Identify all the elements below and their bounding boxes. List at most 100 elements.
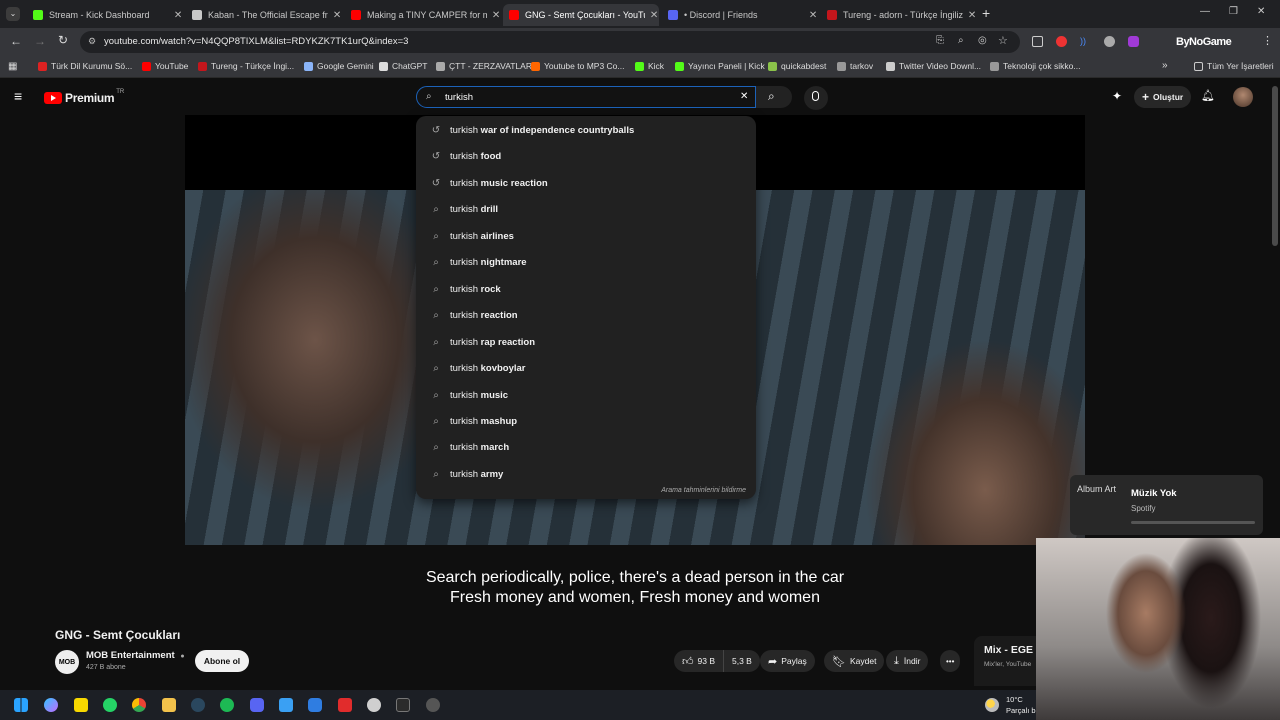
- all-bookmarks-folder[interactable]: Tüm Yer İşaretleri: [1194, 61, 1274, 71]
- microsoft-store-icon[interactable]: [279, 698, 293, 712]
- tab-close-icon[interactable]: ✕: [967, 10, 977, 21]
- terminal-icon[interactable]: [396, 698, 410, 712]
- search-suggestion[interactable]: ⌕ turkish kovboylar: [416, 355, 756, 381]
- search-suggestion[interactable]: ⌕ turkish music: [416, 382, 756, 408]
- app-icon-blue[interactable]: [308, 698, 322, 712]
- browser-tab[interactable]: Kaban - The Official Escape fro ✕: [186, 4, 342, 26]
- clear-search-icon[interactable]: ✕: [740, 91, 748, 102]
- chrome-icon[interactable]: [132, 698, 146, 712]
- bookmark-item[interactable]: Türk Dil Kurumu Sö...: [38, 61, 132, 71]
- notifications-bell-icon[interactable]: 🔔︎: [1201, 89, 1215, 102]
- bynogame-extension[interactable]: ByNoGame: [1176, 36, 1232, 48]
- restore-window-icon[interactable]: ❐: [1229, 6, 1238, 17]
- youtube-logo[interactable]: Premium TR: [44, 89, 124, 105]
- bookmark-item[interactable]: quickabdest: [768, 61, 826, 71]
- search-suggestion[interactable]: ⌕ turkish reaction: [416, 302, 756, 328]
- bookmark-item[interactable]: Kick: [635, 61, 664, 71]
- extension-icon-4[interactable]: [1104, 36, 1115, 47]
- zoom-icon[interactable]: ⌕: [958, 35, 964, 46]
- share-button[interactable]: ➦ Paylaş: [760, 650, 815, 672]
- search-button[interactable]: ⌕: [756, 86, 792, 108]
- apps-grid-icon[interactable]: ▦: [8, 61, 17, 72]
- extension-icon-1[interactable]: [1032, 36, 1043, 47]
- bookmark-item[interactable]: tarkov: [837, 61, 873, 71]
- search-suggestion[interactable]: ⌕ turkish rap reaction: [416, 329, 756, 355]
- search-input[interactable]: turkish: [445, 92, 473, 103]
- search-suggestion[interactable]: ⌕ turkish march: [416, 434, 756, 460]
- extension-icon-3[interactable]: )): [1080, 36, 1086, 46]
- address-bar[interactable]: ⚙ youtube.com/watch?v=N4QQP8TIXLM&list=R…: [80, 31, 1020, 53]
- sticky-notes-icon[interactable]: [74, 698, 88, 712]
- browser-tab[interactable]: Stream - Kick Dashboard ✕: [27, 4, 183, 26]
- app-icon-gray[interactable]: [426, 698, 440, 712]
- tab-search-button[interactable]: ⌄: [6, 7, 20, 21]
- report-predictions-link[interactable]: Arama tahminlerini bildirme: [661, 487, 746, 494]
- download-button[interactable]: ⤓ İndir: [886, 650, 929, 672]
- tab-close-icon[interactable]: ✕: [808, 10, 818, 21]
- whatsapp-icon[interactable]: [103, 698, 117, 712]
- page-scrollbar[interactable]: [1272, 86, 1278, 246]
- more-bookmarks-icon[interactable]: »: [1162, 60, 1168, 71]
- bookmark-item[interactable]: Teknoloji çok sikko...: [990, 61, 1080, 71]
- copilot-icon[interactable]: [44, 698, 58, 712]
- subscribe-button[interactable]: Abone ol: [195, 650, 249, 672]
- bookmark-star-icon[interactable]: ☆: [998, 34, 1008, 47]
- search-box[interactable]: ⌕ turkish ✕: [416, 86, 756, 108]
- minimize-window-icon[interactable]: —: [1200, 6, 1210, 17]
- tab-close-icon[interactable]: ✕: [332, 10, 342, 21]
- browser-tab[interactable]: • Discord | Friends ✕: [662, 4, 818, 26]
- bookmark-item[interactable]: ÇTT - ZERZAVATLAR: [436, 61, 532, 71]
- bookmark-item[interactable]: Google Gemini: [304, 61, 374, 71]
- browser-menu-icon[interactable]: ⋮: [1262, 34, 1273, 47]
- install-app-icon[interactable]: ⎘: [936, 35, 944, 46]
- bookmark-item[interactable]: Twitter Video Downl...: [886, 61, 981, 71]
- bookmark-item[interactable]: ChatGPT: [379, 61, 427, 71]
- voice-search-icon[interactable]: [804, 86, 828, 110]
- url-text[interactable]: youtube.com/watch?v=N4QQP8TIXLM&list=RDY…: [104, 36, 408, 47]
- tab-close-icon[interactable]: ✕: [491, 10, 501, 21]
- reload-icon[interactable]: ↻: [58, 33, 68, 47]
- weather-temperature[interactable]: 10°C: [1006, 695, 1023, 704]
- discord-icon[interactable]: [250, 698, 264, 712]
- browser-tab[interactable]: GNG - Semt Çocukları - YouTube ✕: [503, 4, 659, 26]
- file-explorer-icon[interactable]: [162, 698, 176, 712]
- channel-avatar[interactable]: MOB: [55, 650, 79, 674]
- site-info-icon[interactable]: ⚙: [88, 36, 96, 47]
- search-suggestion[interactable]: ↺ turkish food: [416, 143, 756, 169]
- tab-close-icon[interactable]: ✕: [649, 10, 659, 21]
- more-actions-button[interactable]: •••: [940, 650, 961, 672]
- account-avatar[interactable]: [1233, 87, 1253, 107]
- search-suggestion[interactable]: ↺ turkish music reaction: [416, 170, 756, 196]
- acrobat-icon[interactable]: [338, 698, 352, 712]
- search-suggestion[interactable]: ⌕ turkish army: [416, 461, 756, 487]
- channel-name[interactable]: MOB Entertainment ●: [86, 650, 185, 661]
- create-button[interactable]: + Oluştur: [1134, 86, 1192, 108]
- extension-icon-2[interactable]: [1056, 36, 1067, 47]
- search-suggestion[interactable]: ↺ turkish war of independence countryball…: [416, 117, 756, 143]
- tab-close-icon[interactable]: ✕: [173, 10, 183, 21]
- spotify-icon[interactable]: [220, 698, 234, 712]
- forward-icon[interactable]: →: [34, 34, 46, 48]
- bookmark-item[interactable]: Tureng - Türkçe İngi...: [198, 61, 294, 71]
- search-suggestion[interactable]: ⌕ turkish nightmare: [416, 249, 756, 275]
- windows-start-icon[interactable]: [14, 698, 28, 712]
- mix-playlist-panel[interactable]: Mix - EGE Mix'ler, YouTube: [974, 636, 1044, 686]
- browser-tab[interactable]: Tureng - adorn - Türkçe İngiliz ✕: [821, 4, 977, 26]
- search-suggestion[interactable]: ⌕ turkish airlines: [416, 223, 756, 249]
- obs-icon[interactable]: [367, 698, 381, 712]
- close-window-icon[interactable]: ✕: [1257, 6, 1265, 17]
- browser-tab[interactable]: Making a TINY CAMPER for my ✕: [345, 4, 501, 26]
- premium-sparkle-icon[interactable]: ✦: [1112, 89, 1122, 103]
- search-suggestion[interactable]: ⌕ turkish drill: [416, 196, 756, 222]
- eye-off-icon[interactable]: ◎: [978, 35, 987, 46]
- bookmark-item[interactable]: YouTube: [142, 61, 188, 71]
- bookmark-item[interactable]: Yayıncı Paneli | Kick: [675, 61, 765, 71]
- hamburger-menu-icon[interactable]: ≡: [14, 88, 22, 104]
- back-icon[interactable]: ←: [10, 34, 22, 48]
- bookmark-item[interactable]: Youtube to MP3 Co...: [531, 61, 625, 71]
- new-tab-button[interactable]: +: [982, 5, 990, 21]
- search-suggestion[interactable]: ⌕ turkish rock: [416, 276, 756, 302]
- search-suggestion[interactable]: ⌕ turkish mashup: [416, 408, 756, 434]
- weather-description[interactable]: Parçalı b: [1006, 706, 1036, 715]
- dislike-button[interactable]: 5,3 B: [724, 650, 760, 672]
